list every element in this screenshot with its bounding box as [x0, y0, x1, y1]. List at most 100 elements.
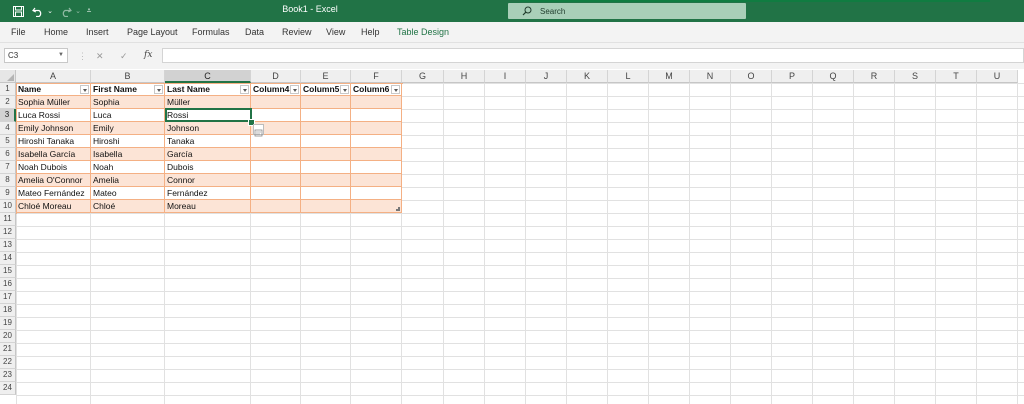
table-cell[interactable]	[351, 135, 402, 148]
table-cell[interactable]	[301, 174, 351, 187]
filter-dropdown-icon[interactable]	[391, 85, 400, 94]
row-header[interactable]: 19	[0, 317, 16, 330]
column-header[interactable]: B	[91, 70, 165, 83]
column-header[interactable]: T	[936, 70, 977, 83]
table-cell[interactable]	[351, 96, 402, 109]
tab-help[interactable]: Help	[361, 27, 380, 37]
tab-insert[interactable]: Insert	[86, 27, 109, 37]
column-header[interactable]: A	[16, 70, 91, 83]
table-cell[interactable]: Chloé Moreau	[16, 200, 91, 213]
tab-view[interactable]: View	[326, 27, 345, 37]
table-cell[interactable]: Connor	[165, 174, 251, 187]
table-cell[interactable]: Isabella García	[16, 148, 91, 161]
table-cell[interactable]	[351, 200, 402, 213]
tab-table-design[interactable]: Table Design	[397, 27, 449, 37]
row-header[interactable]: 20	[0, 330, 16, 343]
table-cell[interactable]	[301, 96, 351, 109]
row-header[interactable]: 4	[0, 122, 16, 135]
column-header[interactable]: I	[485, 70, 526, 83]
table-cell[interactable]: Luca	[91, 109, 165, 122]
row-header[interactable]: 15	[0, 265, 16, 278]
table-cell[interactable]	[301, 135, 351, 148]
table-cell[interactable]	[351, 122, 402, 135]
table-cell[interactable]: Fernández	[165, 187, 251, 200]
filter-dropdown-icon[interactable]	[340, 85, 349, 94]
table-cell[interactable]: Johnson	[165, 122, 251, 135]
column-header[interactable]: G	[402, 70, 444, 83]
column-header[interactable]: C	[165, 70, 251, 83]
table-cell[interactable]: Amelia O'Connor	[16, 174, 91, 187]
tab-review[interactable]: Review	[282, 27, 312, 37]
table-header-cell[interactable]: Last Name	[165, 83, 251, 96]
row-header[interactable]: 18	[0, 304, 16, 317]
table-cell[interactable]	[301, 109, 351, 122]
column-header[interactable]: E	[301, 70, 351, 83]
row-header[interactable]: 21	[0, 343, 16, 356]
name-box[interactable]: C3 ▼	[4, 48, 68, 63]
filter-dropdown-icon[interactable]	[290, 85, 299, 94]
table-cell[interactable]	[301, 200, 351, 213]
table-cell[interactable]	[301, 148, 351, 161]
row-header[interactable]: 7	[0, 161, 16, 174]
table-cell[interactable]: Amelia	[91, 174, 165, 187]
table-cell[interactable]	[251, 96, 301, 109]
row-header[interactable]: 11	[0, 213, 16, 226]
table-cell[interactable]: Sophia	[91, 96, 165, 109]
row-header[interactable]: 23	[0, 369, 16, 382]
table-cell[interactable]	[351, 174, 402, 187]
table-cell[interactable]: Moreau	[165, 200, 251, 213]
column-header[interactable]: R	[854, 70, 895, 83]
row-header[interactable]: 12	[0, 226, 16, 239]
table-cell[interactable]	[301, 187, 351, 200]
table-cell[interactable]	[351, 109, 402, 122]
filter-dropdown-icon[interactable]	[240, 85, 249, 94]
table-cell[interactable]	[301, 161, 351, 174]
table-cell[interactable]	[251, 200, 301, 213]
column-header[interactable]: S	[895, 70, 936, 83]
table-cell[interactable]: Luca Rossi	[16, 109, 91, 122]
insert-function-icon[interactable]: fx	[144, 50, 152, 60]
table-cell[interactable]: Hiroshi	[91, 135, 165, 148]
row-header[interactable]: 1	[0, 83, 16, 96]
table-cell[interactable]: Noah Dubois	[16, 161, 91, 174]
row-header[interactable]: 2	[0, 96, 16, 109]
table-cell[interactable]: García	[165, 148, 251, 161]
row-header[interactable]: 3	[0, 109, 16, 122]
table-cell[interactable]: Sophia Müller	[16, 96, 91, 109]
row-header[interactable]: 17	[0, 291, 16, 304]
table-cell[interactable]: Noah	[91, 161, 165, 174]
tab-home[interactable]: Home	[44, 27, 68, 37]
table-cell[interactable]: Mateo	[91, 187, 165, 200]
column-header[interactable]: J	[526, 70, 567, 83]
row-header[interactable]: 16	[0, 278, 16, 291]
row-header[interactable]: 6	[0, 148, 16, 161]
row-header[interactable]: 10	[0, 200, 16, 213]
row-header[interactable]: 13	[0, 239, 16, 252]
table-cell[interactable]: Dubois	[165, 161, 251, 174]
search-box[interactable]: Search	[508, 3, 746, 19]
enter-icon[interactable]: ✓	[120, 51, 128, 62]
table-cell[interactable]: Tanaka	[165, 135, 251, 148]
filter-dropdown-icon[interactable]	[154, 85, 163, 94]
table-cell[interactable]	[251, 109, 301, 122]
column-header[interactable]: D	[251, 70, 301, 83]
quick-analysis-icon[interactable]	[253, 124, 264, 137]
table-cell[interactable]	[251, 161, 301, 174]
table-cell[interactable]: Emily	[91, 122, 165, 135]
tab-formulas[interactable]: Formulas	[192, 27, 230, 37]
row-header[interactable]: 22	[0, 356, 16, 369]
column-header[interactable]: M	[649, 70, 690, 83]
table-cell[interactable]	[301, 122, 351, 135]
filter-dropdown-icon[interactable]	[80, 85, 89, 94]
tab-data[interactable]: Data	[245, 27, 264, 37]
column-header[interactable]: Q	[813, 70, 854, 83]
row-header[interactable]: 24	[0, 382, 16, 395]
column-header[interactable]: L	[608, 70, 649, 83]
table-cell[interactable]	[251, 174, 301, 187]
row-header[interactable]: 14	[0, 252, 16, 265]
column-header[interactable]: U	[977, 70, 1018, 83]
column-header[interactable]: N	[690, 70, 731, 83]
table-cell[interactable]: Mateo Fernández	[16, 187, 91, 200]
table-cell[interactable]	[251, 148, 301, 161]
table-cell[interactable]	[351, 148, 402, 161]
